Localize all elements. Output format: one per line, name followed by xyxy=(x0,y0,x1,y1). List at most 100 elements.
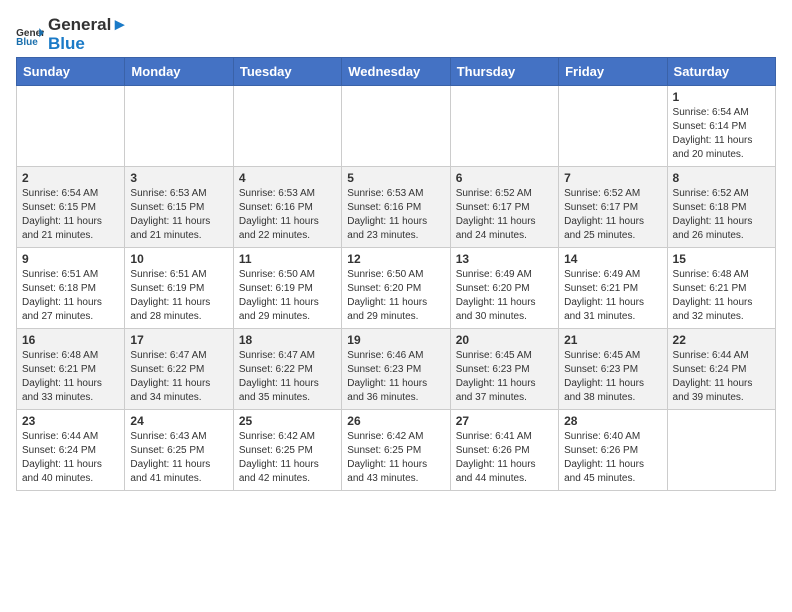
calendar-cell: 14 Sunrise: 6:49 AM Sunset: 6:21 PM Dayli… xyxy=(559,248,667,329)
weekday-header-saturday: Saturday xyxy=(667,58,775,86)
calendar-week-3: 9 Sunrise: 6:51 AM Sunset: 6:18 PM Daylig… xyxy=(17,248,776,329)
day-number: 5 xyxy=(347,171,444,185)
calendar-cell: 25 Sunrise: 6:42 AM Sunset: 6:25 PM Dayli… xyxy=(233,410,341,491)
calendar-header-row: SundayMondayTuesdayWednesdayThursdayFrid… xyxy=(17,58,776,86)
calendar: SundayMondayTuesdayWednesdayThursdayFrid… xyxy=(16,57,776,491)
weekday-header-tuesday: Tuesday xyxy=(233,58,341,86)
calendar-cell xyxy=(125,86,233,167)
calendar-cell: 9 Sunrise: 6:51 AM Sunset: 6:18 PM Daylig… xyxy=(17,248,125,329)
calendar-cell: 8 Sunrise: 6:52 AM Sunset: 6:18 PM Daylig… xyxy=(667,167,775,248)
day-number: 13 xyxy=(456,252,553,266)
day-info: Sunrise: 6:45 AM Sunset: 6:23 PM Dayligh… xyxy=(564,349,661,405)
calendar-cell: 28 Sunrise: 6:40 AM Sunset: 6:26 PM Dayli… xyxy=(559,410,667,491)
day-info: Sunrise: 6:48 AM Sunset: 6:21 PM Dayligh… xyxy=(22,349,119,405)
calendar-cell xyxy=(233,86,341,167)
day-info: Sunrise: 6:50 AM Sunset: 6:20 PM Dayligh… xyxy=(347,268,444,324)
day-info: Sunrise: 6:44 AM Sunset: 6:24 PM Dayligh… xyxy=(22,430,119,486)
calendar-cell xyxy=(450,86,558,167)
day-info: Sunrise: 6:44 AM Sunset: 6:24 PM Dayligh… xyxy=(673,349,770,405)
calendar-cell: 15 Sunrise: 6:48 AM Sunset: 6:21 PM Dayli… xyxy=(667,248,775,329)
calendar-cell: 18 Sunrise: 6:47 AM Sunset: 6:22 PM Dayli… xyxy=(233,329,341,410)
calendar-cell: 20 Sunrise: 6:45 AM Sunset: 6:23 PM Dayli… xyxy=(450,329,558,410)
day-number: 12 xyxy=(347,252,444,266)
calendar-cell: 26 Sunrise: 6:42 AM Sunset: 6:25 PM Dayli… xyxy=(342,410,450,491)
day-info: Sunrise: 6:40 AM Sunset: 6:26 PM Dayligh… xyxy=(564,430,661,486)
calendar-cell: 13Sunrise: 6:49 AM Sunset: 6:20 PM Dayli… xyxy=(450,248,558,329)
calendar-cell: 19 Sunrise: 6:46 AM Sunset: 6:23 PM Dayli… xyxy=(342,329,450,410)
calendar-cell: 11 Sunrise: 6:50 AM Sunset: 6:19 PM Dayli… xyxy=(233,248,341,329)
weekday-header-sunday: Sunday xyxy=(17,58,125,86)
day-number: 17 xyxy=(130,333,227,347)
day-number: 8 xyxy=(673,171,770,185)
day-info: Sunrise: 6:45 AM Sunset: 6:23 PM Dayligh… xyxy=(456,349,553,405)
day-number: 20 xyxy=(456,333,553,347)
calendar-cell xyxy=(667,410,775,491)
day-number: 19 xyxy=(347,333,444,347)
day-info: Sunrise: 6:42 AM Sunset: 6:25 PM Dayligh… xyxy=(347,430,444,486)
day-info: Sunrise: 6:51 AM Sunset: 6:19 PM Dayligh… xyxy=(130,268,227,324)
calendar-cell xyxy=(342,86,450,167)
logo-general-text: General► xyxy=(48,16,128,35)
day-info: Sunrise: 6:41 AM Sunset: 6:26 PM Dayligh… xyxy=(456,430,553,486)
day-number: 15 xyxy=(673,252,770,266)
day-info: Sunrise: 6:52 AM Sunset: 6:17 PM Dayligh… xyxy=(456,187,553,243)
calendar-week-5: 23 Sunrise: 6:44 AM Sunset: 6:24 PM Dayli… xyxy=(17,410,776,491)
day-number: 4 xyxy=(239,171,336,185)
day-number: 28 xyxy=(564,414,661,428)
calendar-cell xyxy=(17,86,125,167)
day-number: 14 xyxy=(564,252,661,266)
calendar-cell: 12 Sunrise: 6:50 AM Sunset: 6:20 PM Dayli… xyxy=(342,248,450,329)
calendar-cell: 1Sunrise: 6:54 AM Sunset: 6:14 PM Daylig… xyxy=(667,86,775,167)
day-info: Sunrise: 6:53 AM Sunset: 6:15 PM Dayligh… xyxy=(130,187,227,243)
calendar-week-2: 2Sunrise: 6:54 AM Sunset: 6:15 PM Daylig… xyxy=(17,167,776,248)
day-info: Sunrise: 6:49 AM Sunset: 6:21 PM Dayligh… xyxy=(564,268,661,324)
calendar-cell: 3 Sunrise: 6:53 AM Sunset: 6:15 PM Daylig… xyxy=(125,167,233,248)
calendar-cell: 16Sunrise: 6:48 AM Sunset: 6:21 PM Dayli… xyxy=(17,329,125,410)
day-info: Sunrise: 6:52 AM Sunset: 6:18 PM Dayligh… xyxy=(673,187,770,243)
day-number: 24 xyxy=(130,414,227,428)
weekday-header-thursday: Thursday xyxy=(450,58,558,86)
day-info: Sunrise: 6:42 AM Sunset: 6:25 PM Dayligh… xyxy=(239,430,336,486)
calendar-cell: 17 Sunrise: 6:47 AM Sunset: 6:22 PM Dayli… xyxy=(125,329,233,410)
day-number: 25 xyxy=(239,414,336,428)
day-info: Sunrise: 6:46 AM Sunset: 6:23 PM Dayligh… xyxy=(347,349,444,405)
calendar-cell xyxy=(559,86,667,167)
day-number: 7 xyxy=(564,171,661,185)
day-info: Sunrise: 6:47 AM Sunset: 6:22 PM Dayligh… xyxy=(130,349,227,405)
calendar-cell: 7 Sunrise: 6:52 AM Sunset: 6:17 PM Daylig… xyxy=(559,167,667,248)
day-number: 18 xyxy=(239,333,336,347)
day-number: 11 xyxy=(239,252,336,266)
calendar-cell: 23 Sunrise: 6:44 AM Sunset: 6:24 PM Dayli… xyxy=(17,410,125,491)
day-number: 26 xyxy=(347,414,444,428)
day-info: Sunrise: 6:54 AM Sunset: 6:15 PM Dayligh… xyxy=(22,187,119,243)
day-number: 27 xyxy=(456,414,553,428)
day-number: 3 xyxy=(130,171,227,185)
day-number: 6 xyxy=(456,171,553,185)
day-number: 9 xyxy=(22,252,119,266)
day-number: 22 xyxy=(673,333,770,347)
day-info: Sunrise: 6:43 AM Sunset: 6:25 PM Dayligh… xyxy=(130,430,227,486)
day-info: Sunrise: 6:54 AM Sunset: 6:14 PM Dayligh… xyxy=(673,106,770,162)
day-number: 23 xyxy=(22,414,119,428)
calendar-cell: 2Sunrise: 6:54 AM Sunset: 6:15 PM Daylig… xyxy=(17,167,125,248)
day-number: 21 xyxy=(564,333,661,347)
day-info: Sunrise: 6:47 AM Sunset: 6:22 PM Dayligh… xyxy=(239,349,336,405)
logo-icon: General Blue xyxy=(16,25,44,45)
header: General Blue General► Blue xyxy=(16,16,776,53)
weekday-header-monday: Monday xyxy=(125,58,233,86)
weekday-header-friday: Friday xyxy=(559,58,667,86)
day-info: Sunrise: 6:51 AM Sunset: 6:18 PM Dayligh… xyxy=(22,268,119,324)
calendar-week-1: 1Sunrise: 6:54 AM Sunset: 6:14 PM Daylig… xyxy=(17,86,776,167)
calendar-cell: 21 Sunrise: 6:45 AM Sunset: 6:23 PM Dayli… xyxy=(559,329,667,410)
calendar-cell: 6 Sunrise: 6:52 AM Sunset: 6:17 PM Daylig… xyxy=(450,167,558,248)
svg-text:Blue: Blue xyxy=(16,37,38,45)
weekday-header-wednesday: Wednesday xyxy=(342,58,450,86)
calendar-cell: 4 Sunrise: 6:53 AM Sunset: 6:16 PM Daylig… xyxy=(233,167,341,248)
day-info: Sunrise: 6:50 AM Sunset: 6:19 PM Dayligh… xyxy=(239,268,336,324)
day-info: Sunrise: 6:48 AM Sunset: 6:21 PM Dayligh… xyxy=(673,268,770,324)
calendar-cell: 27 Sunrise: 6:41 AM Sunset: 6:26 PM Dayli… xyxy=(450,410,558,491)
day-info: Sunrise: 6:53 AM Sunset: 6:16 PM Dayligh… xyxy=(239,187,336,243)
day-info: Sunrise: 6:52 AM Sunset: 6:17 PM Dayligh… xyxy=(564,187,661,243)
day-info: Sunrise: 6:53 AM Sunset: 6:16 PM Dayligh… xyxy=(347,187,444,243)
logo-blue-text: Blue xyxy=(48,35,128,54)
